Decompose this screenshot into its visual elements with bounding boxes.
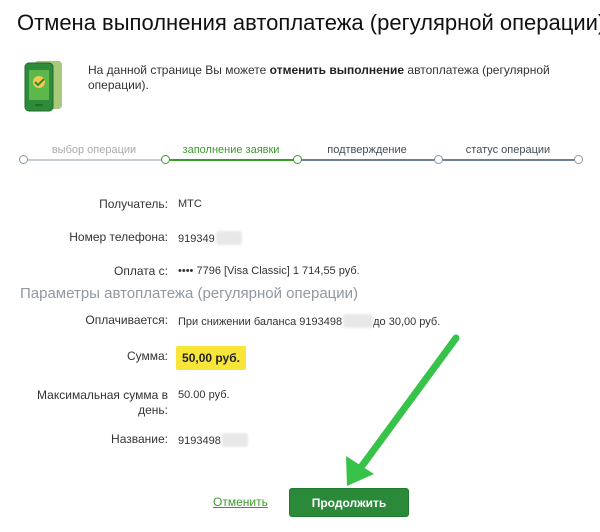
recipient-value: МТС — [178, 198, 202, 210]
step-dot-1 — [19, 155, 28, 164]
name-value: 9193498 — [178, 433, 248, 447]
intro-bold-text: отменить выполнение — [269, 63, 405, 77]
max-daily-label: Максимальная сумма в день: — [37, 388, 168, 417]
redacted-area — [221, 433, 248, 447]
sum-label: Сумма: — [126, 349, 168, 363]
redacted-area — [343, 314, 374, 328]
step-dot-2 — [161, 155, 170, 164]
autopay-params-heading: Параметры автоплатежа (регулярной операц… — [20, 285, 359, 302]
intro-text: На данной странице Вы можете отменить вы… — [88, 63, 550, 92]
step-dot-3 — [293, 155, 302, 164]
phone-value: 919349 — [178, 231, 242, 245]
cancel-link[interactable]: Отменить — [213, 495, 268, 509]
continue-button[interactable]: Продолжить — [289, 488, 409, 517]
name-label: Название: — [111, 432, 168, 446]
payment-from-label: Оплата с: — [114, 264, 168, 278]
paid-when-value: При снижении баланса 9193498 до 30,00 руб… — [178, 314, 441, 328]
redacted-area — [215, 231, 242, 245]
mobile-phone-icon — [21, 58, 71, 114]
step-operation-status: статус операции — [465, 144, 551, 156]
step-choose-operation: выбор операции — [51, 144, 137, 156]
sum-value-badge: 50,00 руб. — [176, 346, 246, 370]
step-confirmation: подтверждение — [327, 144, 407, 156]
step-dot-5 — [574, 155, 583, 164]
step-fill-request: заполнение заявки — [182, 144, 280, 156]
progress-stepper: выбор операции заполнение заявки подтвер… — [0, 140, 600, 170]
recipient-label: Получатель: — [99, 197, 168, 211]
max-daily-value: 50.00 руб. — [178, 389, 230, 401]
phone-label: Номер телефона: — [69, 230, 168, 244]
page-title: Отмена выполнения автоплатежа (регулярно… — [17, 10, 600, 35]
stepper-track-active — [165, 159, 297, 161]
paid-when-label: Оплачивается: — [85, 313, 168, 327]
step-dot-4 — [434, 155, 443, 164]
stepper-track-done — [23, 159, 165, 161]
payment-from-value: •••• 7796 [Visa Classic] 1 714,55 руб. — [178, 265, 360, 277]
